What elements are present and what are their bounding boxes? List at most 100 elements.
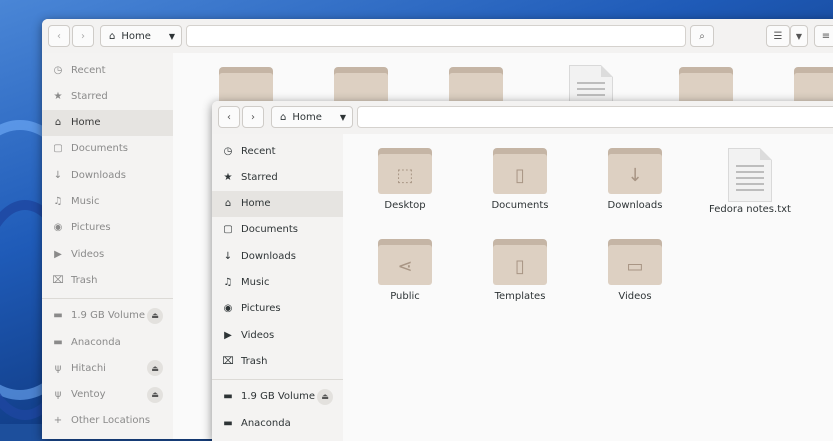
eject-icon[interactable]: ⏏ — [147, 386, 163, 403]
file-item-downloads[interactable]: ↓ Downloads — [585, 148, 685, 211]
location-entry[interactable] — [186, 25, 686, 47]
sidebar-item-videos[interactable]: ▶ Videos — [212, 322, 343, 348]
file-item-label: Public — [390, 291, 420, 302]
search-button[interactable]: ⌕ — [690, 25, 714, 47]
file-item-label: Desktop — [384, 200, 426, 211]
file-item-templates[interactable]: ▯ Templates — [470, 239, 570, 302]
eject-icon[interactable]: ⏏ — [147, 360, 163, 377]
clock-icon: ◷ — [223, 145, 233, 157]
header-bar: ‹ › ⌂ Home ▼ ⌕ ☰ ▼ ≡ — [42, 19, 833, 54]
star-icon: ★ — [223, 171, 233, 183]
desktop-folder-icon: ⬚ — [378, 148, 432, 194]
usb-icon: ψ — [54, 362, 62, 374]
sidebar-item-1-9-gb-volume[interactable]: ▬ 1.9 GB Volume ⏏ — [42, 303, 173, 329]
download-icon: ↓ — [223, 250, 233, 262]
document-icon: ▢ — [223, 224, 233, 236]
chevron-right-icon: › — [81, 30, 85, 42]
sidebar-item-ventoy[interactable]: ψ Ventoy ⏏ — [42, 382, 173, 408]
back-button[interactable]: ‹ — [48, 25, 70, 47]
file-manager-window-front[interactable]: ‹ › ⌂ Home ▼ ◷ Recent ★ Starred ⌂ Home ▢ Docume… — [212, 101, 833, 441]
sidebar-item-label: Pictures — [241, 303, 281, 315]
file-item-label: Fedora notes.txt — [709, 204, 791, 215]
sidebar-item-label: Trash — [71, 274, 98, 286]
downloads-folder-icon-glyph: ↓ — [627, 164, 643, 186]
back-button[interactable]: ‹ — [218, 106, 240, 128]
sidebar-item-home[interactable]: ⌂ Home — [212, 190, 343, 217]
sidebar-item-videos[interactable]: ▶ Videos — [42, 241, 173, 267]
sidebar-item-downloads[interactable]: ↓ Downloads — [212, 243, 343, 269]
sidebar-item-label: Recent — [241, 145, 276, 157]
hamburger-menu-icon: ≡ — [821, 30, 831, 42]
sidebar: ◷ Recent ★ Starred ⌂ Home ▢ Documents ↓ Downloads… — [212, 134, 344, 441]
eject-icon[interactable]: ⏏ — [147, 307, 163, 324]
usb-icon: ψ — [54, 389, 62, 401]
sidebar-item-label: Home — [241, 198, 271, 210]
sidebar-item-label: Documents — [241, 224, 299, 236]
sidebar-item-home[interactable]: ⌂ Home — [42, 109, 173, 136]
public-folder-icon: ⋖ — [378, 239, 432, 285]
sidebar-item-recent[interactable]: ◷ Recent — [42, 57, 173, 83]
sidebar-item-downloads[interactable]: ↓ Downloads — [42, 162, 173, 188]
camera-icon: ◉ — [53, 222, 63, 234]
sidebar-item-label: Documents — [71, 143, 129, 155]
file-item-videos[interactable]: ▭ Videos — [585, 239, 685, 302]
sidebar-item-trash[interactable]: ⌧ Trash — [212, 348, 343, 374]
sidebar-item-trash[interactable]: ⌧ Trash — [42, 267, 173, 293]
sidebar: ◷ Recent ★ Starred ⌂ Home ▢ Documents ↓ Downloads… — [42, 53, 174, 439]
sidebar-item-label: Downloads — [71, 169, 126, 181]
sidebar-item-starred[interactable]: ★ Starred — [212, 164, 343, 190]
sidebar-item-label: Starred — [71, 90, 108, 102]
sidebar-item-label: Videos — [71, 248, 105, 260]
file-item-fedora-notes-txt[interactable]: Fedora notes.txt — [700, 148, 800, 215]
location-entry[interactable] — [357, 106, 833, 128]
sidebar-item-label: Trash — [241, 355, 268, 367]
file-item-documents[interactable]: ▯ Documents — [470, 148, 570, 211]
view-list-button[interactable]: ☰ — [766, 25, 790, 47]
sidebar-item-music[interactable]: ♫ Music — [212, 270, 343, 296]
sidebar-item-starred[interactable]: ★ Starred — [42, 83, 173, 109]
drive-icon: ▬ — [53, 336, 63, 348]
forward-button[interactable]: › — [242, 106, 264, 128]
documents-folder-icon: ▯ — [493, 148, 547, 194]
sidebar-item-other-locations[interactable]: + Other Locations — [42, 408, 173, 434]
sidebar-item-documents[interactable]: ▢ Documents — [42, 136, 173, 162]
forward-button[interactable]: › — [72, 25, 94, 47]
file-item-public[interactable]: ⋖ Public — [355, 239, 455, 302]
public-folder-icon-glyph: ⋖ — [397, 255, 413, 277]
sidebar-item-documents[interactable]: ▢ Documents — [212, 217, 343, 243]
file-item-desktop[interactable]: ⬚ Desktop — [355, 148, 455, 211]
sidebar-item-anaconda[interactable]: ▬ Anaconda — [212, 410, 343, 436]
sidebar-item-anaconda[interactable]: ▬ Anaconda — [42, 329, 173, 355]
chevron-down-icon: ▼ — [795, 31, 803, 41]
sidebar-item-hitachi[interactable]: ψ Hitachi ⏏ — [42, 355, 173, 381]
sidebar-item-pictures[interactable]: ◉ Pictures — [42, 215, 173, 241]
list-view-icon: ☰ — [773, 30, 783, 42]
sidebar-item-1-9-gb-volume[interactable]: ▬ 1.9 GB Volume ⏏ — [212, 384, 343, 410]
sidebar-item-label: 1.9 GB Volume — [241, 391, 316, 403]
sidebar-item-label: 1.9 GB Volume — [71, 310, 146, 322]
videos-folder-icon: ▭ — [608, 239, 662, 285]
sidebar-separator — [42, 297, 173, 299]
chevron-left-icon: ‹ — [57, 30, 61, 42]
sidebar-item-label: Music — [241, 277, 270, 288]
sidebar-item-music[interactable]: ♫ Music — [42, 189, 173, 215]
menu-button[interactable]: ≡ — [814, 25, 833, 47]
sidebar-item-pictures[interactable]: ◉ Pictures — [212, 296, 343, 322]
view-options-button[interactable]: ▼ — [790, 25, 808, 47]
video-icon: ▶ — [54, 248, 62, 260]
drive-icon: ▬ — [223, 417, 233, 429]
file-item-label: Videos — [618, 291, 652, 302]
path-bar[interactable]: ⌂ Home ▼ — [271, 106, 353, 128]
sidebar-item-label: Downloads — [241, 250, 296, 262]
search-icon: ⌕ — [699, 30, 705, 42]
chevron-down-icon: ▼ — [168, 31, 175, 41]
chevron-right-icon: › — [251, 111, 255, 123]
templates-folder-icon: ▯ — [493, 239, 547, 285]
path-bar[interactable]: ⌂ Home ▼ — [100, 25, 182, 47]
eject-icon[interactable]: ⏏ — [317, 388, 333, 405]
sidebar-item-recent[interactable]: ◷ Recent — [212, 138, 343, 164]
file-view[interactable]: ⬚ Desktop ▯ Documents ↓ Downloads Fedora notes… — [343, 134, 833, 441]
chevron-down-icon: ▼ — [339, 112, 346, 122]
sidebar-item-label: Recent — [71, 64, 106, 76]
drive-icon: ▬ — [223, 391, 233, 403]
